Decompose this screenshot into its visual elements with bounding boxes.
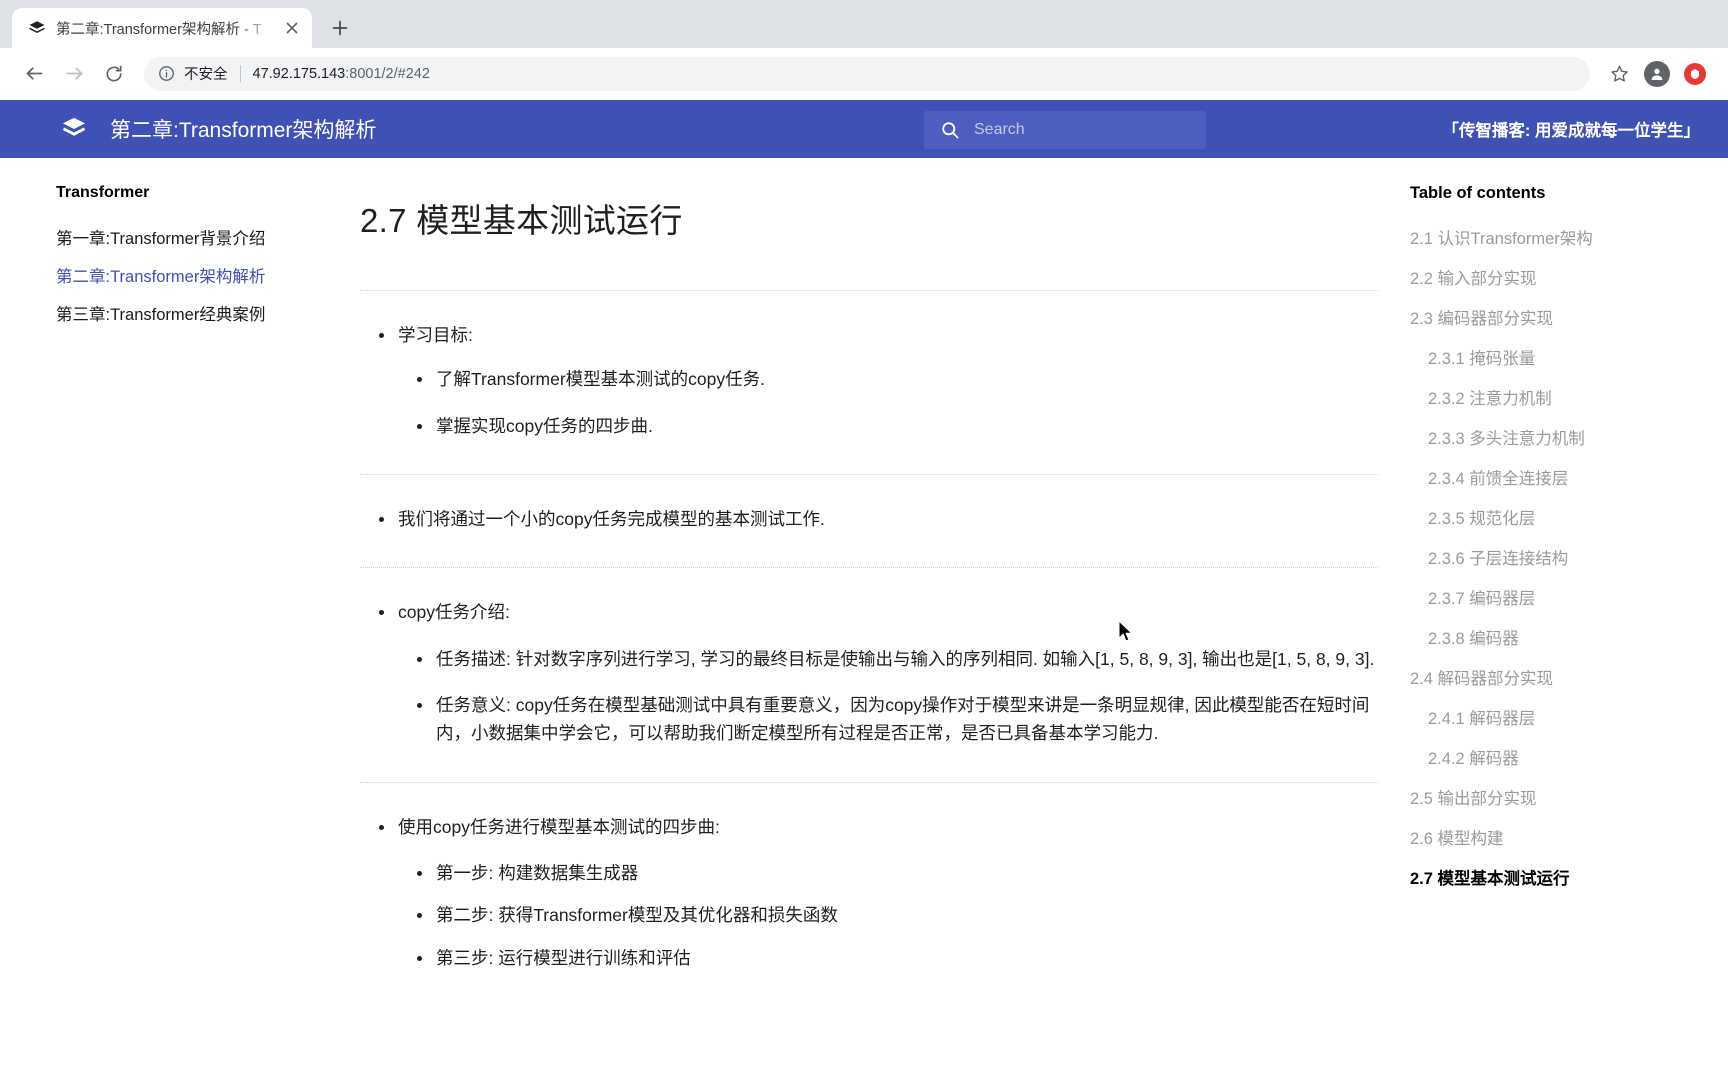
toc-item-2-3[interactable]: 2.3 编码器部分实现 — [1410, 297, 1708, 337]
arrow-back-icon[interactable] — [16, 56, 52, 92]
book-stack-icon — [52, 115, 96, 143]
list-level-2: 第一步: 构建数据集生成器 第二步: 获得Transformer模型及其优化器和… — [398, 859, 1378, 972]
primary-nav: Transformer 第一章:Transformer背景介绍 第二章:Tran… — [0, 158, 330, 332]
book-stack-icon — [28, 19, 46, 37]
toc-item-2-5[interactable]: 2.5 输出部分实现 — [1410, 777, 1708, 817]
toc-item-2-4-1[interactable]: 2.4.1 解码器层 — [1410, 697, 1708, 737]
list-item: copy任务介绍: 任务描述: 针对数字序列进行学习, 学习的最终目标是使输出与… — [360, 598, 1378, 747]
list-level-2: 了解Transformer模型基本测试的copy任务. 掌握实现copy任务的四… — [398, 365, 1378, 440]
tab-strip: 第二章:Transformer架构解析 - T — [0, 0, 1728, 48]
browser-toolbar: 不安全 47.92.175.143:8001/2/#242 — [0, 48, 1728, 100]
list-level-1: 学习目标: 了解Transformer模型基本测试的copy任务. 掌握实现co… — [360, 321, 1378, 440]
toc-item-2-3-5[interactable]: 2.3.5 规范化层 — [1410, 497, 1708, 537]
divider — [360, 474, 1378, 476]
account-icon[interactable] — [1640, 57, 1674, 91]
toc-item-2-3-6[interactable]: 2.3.6 子层连接结构 — [1410, 537, 1708, 577]
list-item: 任务描述: 针对数字序列进行学习, 学习的最终目标是使输出与输入的序列相同. 如… — [398, 645, 1378, 673]
search-icon — [942, 122, 959, 139]
sidebar-item-chapter-1[interactable]: 第一章:Transformer背景介绍 — [56, 218, 330, 256]
nav-brand: Transformer — [56, 184, 150, 201]
toc-item-2-4[interactable]: 2.4 解码器部分实现 — [1410, 657, 1708, 697]
list-item: 学习目标: 了解Transformer模型基本测试的copy任务. 掌握实现co… — [360, 321, 1378, 440]
block-title: copy任务介绍: — [398, 602, 510, 623]
url-text: 47.92.175.143:8001/2/#242 — [253, 66, 430, 82]
doc-heading: 2.7 模型基本测试运行 — [360, 202, 683, 239]
content-block-objectives: 学习目标: 了解Transformer模型基本测试的copy任务. 掌握实现co… — [360, 321, 1378, 476]
toc-item-2-1[interactable]: 2.1 认识Transformer架构 — [1410, 217, 1708, 257]
list-level-1: 我们将通过一个小的copy任务完成模型的基本测试工作. — [360, 505, 1378, 533]
page-title: 第二章:Transformer架构解析 — [110, 119, 377, 142]
toc-item-2-3-3[interactable]: 2.3.3 多头注意力机制 — [1410, 417, 1708, 457]
browser-window: 第二章:Transformer架构解析 - T 不安全 47.92.175.14… — [0, 0, 1728, 1080]
list-item: 第一步: 构建数据集生成器 — [398, 859, 1378, 887]
list-item: 我们将通过一个小的copy任务完成模型的基本测试工作. — [360, 505, 1378, 533]
site-slogan: 「传智播客: 用爱成就每一位学生」 — [1442, 122, 1700, 140]
content-block-intro: 我们将通过一个小的copy任务完成模型的基本测试工作. — [360, 505, 1378, 569]
arrow-forward-icon[interactable] — [56, 56, 92, 92]
table-of-contents: Table of contents 2.1 认识Transformer架构 2.… — [1398, 158, 1728, 897]
list-item: 第三步: 运行模型进行训练和评估 — [398, 944, 1378, 972]
close-icon[interactable] — [282, 18, 302, 38]
divider — [360, 290, 1378, 291]
list-level-1: 使用copy任务进行模型基本测试的四步曲: 第一步: 构建数据集生成器 第二步:… — [360, 813, 1378, 972]
toc-item-2-3-2[interactable]: 2.3.2 注意力机制 — [1410, 377, 1708, 417]
toc-item-2-7[interactable]: 2.7 模型基本测试运行 — [1410, 857, 1708, 897]
new-tab-button[interactable] — [324, 12, 356, 44]
toc-item-2-2[interactable]: 2.2 输入部分实现 — [1410, 257, 1708, 297]
reload-icon[interactable] — [96, 56, 132, 92]
list-level-1: copy任务介绍: 任务描述: 针对数字序列进行学习, 学习的最终目标是使输出与… — [360, 598, 1378, 747]
browser-tab[interactable]: 第二章:Transformer架构解析 - T — [12, 8, 312, 48]
url-path: :8001/2/#242 — [345, 65, 430, 82]
info-circle-icon[interactable] — [158, 65, 175, 82]
toc-item-2-4-2[interactable]: 2.4.2 解码器 — [1410, 737, 1708, 777]
toc-item-2-3-1[interactable]: 2.3.1 掩码张量 — [1410, 337, 1708, 377]
list-item: 任务意义: copy任务在模型基础测试中具有重要意义，因为copy操作对于模型来… — [398, 691, 1378, 748]
toc-item-2-3-8[interactable]: 2.3.8 编码器 — [1410, 617, 1708, 657]
list-item: 第二步: 获得Transformer模型及其优化器和损失函数 — [398, 901, 1378, 929]
address-bar[interactable]: 不安全 47.92.175.143:8001/2/#242 — [144, 56, 1590, 91]
toc-item-2-3-7[interactable]: 2.3.7 编码器层 — [1410, 577, 1708, 617]
list-item: 了解Transformer模型基本测试的copy任务. — [398, 365, 1378, 393]
omnibox-divider — [239, 65, 241, 82]
search-box[interactable] — [924, 111, 1206, 149]
block-title: 学习目标: — [398, 325, 473, 345]
sidebar-item-chapter-3[interactable]: 第三章:Transformer经典案例 — [56, 294, 330, 332]
search-input[interactable] — [974, 121, 1190, 139]
main-content: 2.7 模型基本测试运行 学习目标: 了解Transformer模型基本测试的c… — [330, 158, 1398, 976]
star-icon[interactable] — [1602, 57, 1636, 91]
toc-item-2-6[interactable]: 2.6 模型构建 — [1410, 817, 1708, 857]
toc-title: Table of contents — [1410, 184, 1546, 202]
page-viewport: 第二章:Transformer架构解析 「传智播客: 用爱成就每一位学生」 Tr… — [0, 100, 1728, 1080]
list-item: 使用copy任务进行模型基本测试的四步曲: 第一步: 构建数据集生成器 第二步:… — [360, 813, 1378, 972]
content-block-four-steps: 使用copy任务进行模型基本测试的四步曲: 第一步: 构建数据集生成器 第二步:… — [360, 813, 1378, 972]
site-header: 第二章:Transformer架构解析 「传智播客: 用爱成就每一位学生」 — [0, 100, 1728, 158]
extension-dot — [1684, 62, 1706, 85]
toc-item-2-3-4[interactable]: 2.3.4 前馈全连接层 — [1410, 457, 1708, 497]
list-item: 掌握实现copy任务的四步曲. — [398, 412, 1378, 440]
divider — [360, 781, 1378, 783]
divider — [360, 567, 1378, 569]
avatar — [1644, 60, 1670, 87]
list-level-2: 任务描述: 针对数字序列进行学习, 学习的最终目标是使输出与输入的序列相同. 如… — [398, 645, 1378, 748]
block-title: 使用copy任务进行模型基本测试的四步曲: — [398, 816, 720, 837]
tab-title: 第二章:Transformer架构解析 - T — [56, 21, 262, 38]
security-status-label: 不安全 — [184, 67, 228, 83]
extension-badge-icon[interactable] — [1678, 57, 1712, 91]
url-host: 47.92.175.143 — [252, 65, 346, 82]
page-body: Transformer 第一章:Transformer背景介绍 第二章:Tran… — [0, 158, 1728, 1080]
content-block-copy-task: copy任务介绍: 任务描述: 针对数字序列进行学习, 学习的最终目标是使输出与… — [360, 598, 1378, 783]
sidebar-item-chapter-2[interactable]: 第二章:Transformer架构解析 — [56, 256, 330, 294]
